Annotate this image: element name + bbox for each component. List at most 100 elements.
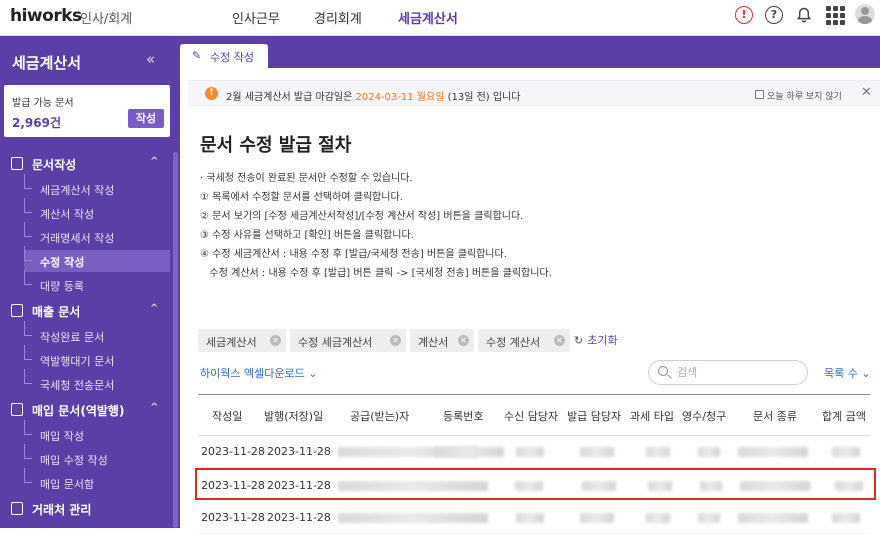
redacted-cell — [516, 513, 544, 523]
alert-icon[interactable]: ! — [735, 6, 753, 24]
remove-filter-icon[interactable]: ✕ — [554, 335, 565, 346]
page-title: 문서 수정 발급 절차 — [200, 135, 352, 156]
table-row[interactable]: 2023-11-28 2023-11-28 — [198, 502, 870, 534]
redacted-cell — [740, 481, 810, 491]
rows-per-page-select[interactable]: 목록 수 ⌄ — [824, 365, 871, 381]
filter-chip-invoice[interactable]: 계산서 ✕ — [410, 329, 474, 352]
sidebar-collapse-icon[interactable]: « — [146, 50, 155, 68]
sidebar-item-purchase-write[interactable]: 매입 작성 — [24, 420, 170, 446]
sidebar-item-label: 세금계산서 작성 — [40, 184, 115, 197]
redacted-cell — [738, 513, 808, 523]
chevron-up-icon: ^ — [150, 402, 159, 413]
hiworks-logo[interactable]: hiworks — [10, 6, 82, 26]
sidebar-item-label: 매입 문서함 — [40, 478, 95, 491]
topnav-tax-invoice[interactable]: 세금계산서 — [398, 8, 458, 27]
sidebar-item-completed-docs[interactable]: 작성완료 문서 — [24, 321, 170, 347]
sidebar-group-sales[interactable]: 매출 문서 ^ — [0, 300, 180, 322]
redacted-cell — [515, 481, 543, 491]
available-documents-card: 발급 가능 문서 2,969건 작성 — [4, 85, 170, 137]
chevron-up-icon: ^ — [150, 303, 159, 314]
sidebar-group-label: 문서작성 — [32, 158, 77, 172]
cell-written-date: 2023-11-28 — [201, 511, 265, 524]
search-icon — [658, 366, 668, 376]
redacted-cell — [580, 513, 614, 523]
chevron-down-icon: ⌄ — [308, 367, 318, 380]
sidebar-item-label: 작성완료 문서 — [40, 331, 105, 344]
tab-amend-write[interactable]: ✎ 수정 작성 — [180, 44, 268, 68]
chevron-down-icon: ⌄ — [861, 367, 871, 380]
notice-date: 2024-03-11 월요일 — [355, 92, 445, 103]
sidebar-item-label: 매입 수정 작성 — [40, 454, 108, 467]
sidebar-item-amend-write[interactable]: 수정 작성 — [24, 246, 170, 272]
tab-label: 수정 작성 — [210, 51, 254, 64]
column-header[interactable]: 발행(저장)일 — [264, 408, 323, 424]
redacted-cell — [646, 447, 670, 457]
remove-filter-icon[interactable]: ✕ — [390, 335, 401, 346]
top-bar: hiworks 인사/회계 인사근무 경리회계 세금계산서 ! ? — [0, 0, 880, 36]
filter-chip-label: 계산서 — [418, 336, 449, 349]
filter-chip-label: 세금계산서 — [206, 336, 257, 349]
remove-filter-icon[interactable]: ✕ — [270, 335, 281, 346]
reset-filters-button[interactable]: ↻ 초기화 — [574, 332, 618, 348]
instruction-line: ② 문서 보기의 [수정 세금계산서작성]/[수정 계산서 작성] 버튼을 클릭… — [200, 211, 524, 222]
hide-today-checkbox[interactable] — [755, 90, 764, 99]
sidebar-item-nts-sent[interactable]: 국세청 전송문서 — [24, 369, 170, 395]
search-box[interactable] — [648, 360, 808, 385]
excel-download-link[interactable]: 하이웍스 엑셀다운로드 ⌄ — [200, 365, 317, 381]
apps-grid-icon[interactable] — [826, 6, 845, 25]
remove-filter-icon[interactable]: ✕ — [458, 335, 469, 346]
user-avatar[interactable] — [855, 4, 875, 24]
filter-chip-label: 수정 계산서 — [486, 336, 541, 349]
sidebar-group-label: 거래처 관리 — [32, 503, 92, 517]
sidebar-item-purchase-amend[interactable]: 매입 수정 작성 — [24, 444, 170, 470]
sidebar-item-label: 대량 등록 — [40, 280, 84, 293]
redacted-cell — [516, 447, 544, 457]
available-documents-count: 2,969건 — [12, 116, 61, 130]
column-header[interactable]: 작성일 — [212, 408, 242, 424]
topnav-accounting[interactable]: 경리회계 — [314, 8, 362, 27]
hide-today-label[interactable]: 오늘 하루 보지 않기 — [767, 89, 842, 102]
document-icon — [11, 403, 23, 416]
building-icon — [11, 502, 23, 515]
sidebar-item-bulk-register[interactable]: 대량 등록 — [24, 270, 170, 296]
redacted-cell — [646, 513, 670, 523]
column-header[interactable]: 발급 담당자 — [567, 408, 621, 424]
sidebar-item-invoice-write[interactable]: 계산서 작성 — [24, 198, 170, 224]
sidebar-title: 세금계산서 — [12, 54, 82, 72]
redacted-cell — [738, 447, 808, 457]
sidebar-group-partners[interactable]: 거래처 관리 — [0, 498, 180, 520]
instruction-line: 수정 계산서 : 내용 수정 후 [발급] 버튼 클릭 -> [국세청 전송] … — [200, 268, 552, 279]
column-header[interactable]: 문서 종류 — [753, 408, 797, 424]
warning-icon: ! — [205, 87, 218, 100]
close-icon[interactable]: ✕ — [861, 85, 872, 100]
search-input[interactable] — [677, 364, 797, 381]
column-header[interactable]: 수신 담당자 — [504, 408, 558, 424]
column-header[interactable]: 등록번호 — [443, 408, 483, 424]
sidebar-item-statement-write[interactable]: 거래명세서 작성 — [24, 222, 170, 248]
column-header[interactable]: 공급(받는)자 — [350, 408, 409, 424]
sidebar-item-reverse-pending[interactable]: 역발행대기 문서 — [24, 345, 170, 371]
column-header[interactable]: 합계 금액 — [822, 408, 866, 424]
redacted-cell — [338, 481, 488, 491]
topnav-hr[interactable]: 인사근무 — [232, 8, 280, 27]
sidebar-scrollbar[interactable] — [173, 152, 178, 528]
write-button[interactable]: 작성 — [128, 109, 164, 128]
redacted-cell — [648, 481, 672, 491]
redacted-cell — [434, 447, 504, 457]
filter-chip-tax-invoice[interactable]: 세금계산서 ✕ — [198, 329, 286, 352]
sidebar-item-purchase-inbox[interactable]: 매입 문서함 — [24, 468, 170, 494]
filter-chip-amended-tax-invoice[interactable]: 수정 세금계산서 ✕ — [290, 329, 406, 352]
sidebar-group-write[interactable]: 문서작성 ^ — [0, 153, 180, 175]
sidebar-item-tax-invoice-write[interactable]: 세금계산서 작성 — [24, 174, 170, 200]
instruction-line: · 국세청 전송이 완료된 문서만 수정할 수 있습니다. — [200, 173, 413, 184]
redacted-cell — [698, 447, 720, 457]
column-header[interactable]: 영수/청구 — [682, 408, 726, 424]
filter-chip-amended-invoice[interactable]: 수정 계산서 ✕ — [478, 329, 570, 352]
table-row[interactable]: 2023-11-28 2023-11-28 — [198, 436, 870, 468]
bell-icon[interactable] — [795, 6, 813, 24]
table-row-highlighted[interactable]: 2023-11-28 2023-11-28 — [195, 468, 876, 500]
sidebar-group-purchase[interactable]: 매입 문서(역발행) ^ — [0, 399, 180, 421]
app-switcher-label[interactable]: 인사/회계 — [80, 8, 132, 27]
help-icon[interactable]: ? — [765, 6, 783, 24]
column-header[interactable]: 과세 타입 — [630, 408, 674, 424]
